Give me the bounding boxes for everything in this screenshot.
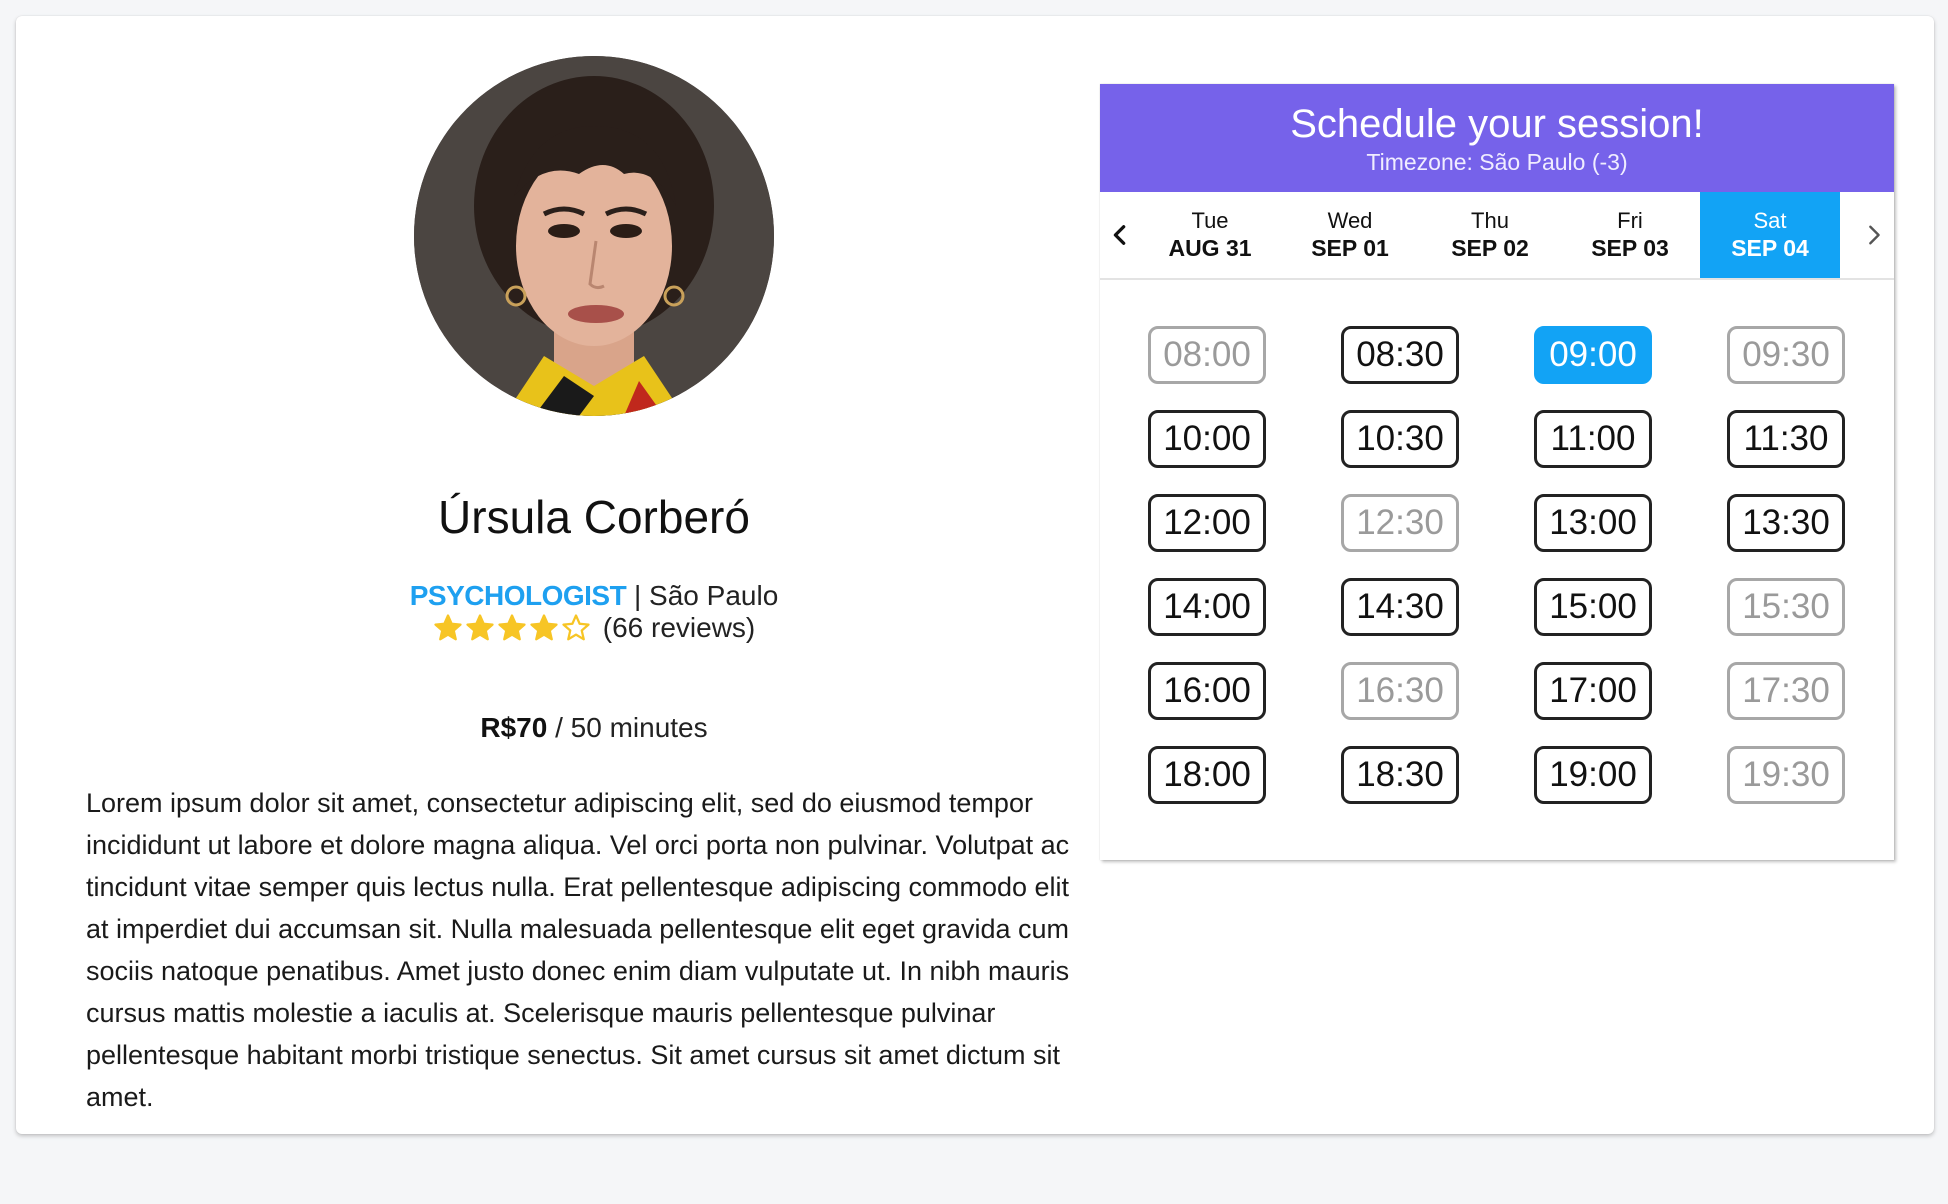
session-duration: / 50 minutes [555,712,708,743]
day-date: SEP 04 [1731,235,1809,261]
day-date: SEP 03 [1591,235,1669,261]
chevron-right-icon[interactable] [1854,192,1894,278]
day-tab[interactable]: Thu SEP 02 [1420,192,1560,278]
price: R$70 [480,712,548,743]
time-slot[interactable]: 09:00 [1534,326,1652,384]
day-of-week: Thu [1471,208,1509,233]
city-label: São Paulo [649,580,779,611]
time-slot[interactable]: 19:00 [1534,746,1652,804]
price-line: R$70 / 50 minutes [86,712,1102,744]
time-slot[interactable]: 16:00 [1148,662,1266,720]
time-slot[interactable]: 18:00 [1148,746,1266,804]
chevron-left-icon[interactable] [1100,192,1140,278]
time-slot: 08:00 [1148,326,1266,384]
time-slot[interactable]: 10:00 [1148,410,1266,468]
day-tab[interactable]: Tue AUG 31 [1140,192,1280,278]
time-slot[interactable]: 14:00 [1148,578,1266,636]
profession-label: PSYCHOLOGIST [409,580,627,611]
scheduler-panel: Schedule your session! Timezone: São Pau… [1100,84,1894,860]
profile-name: Úrsula Corberó [438,491,750,543]
day-date: SEP 01 [1311,235,1389,261]
day-selector: Tue AUG 31 Wed SEP 01 Thu SEP 02 Fri SEP 03 Sat S… [1100,192,1894,280]
time-slot: 19:30 [1727,746,1845,804]
time-slot: 17:30 [1727,662,1845,720]
time-slot[interactable]: 13:30 [1727,494,1845,552]
day-of-week: Wed [1327,208,1373,233]
time-slot-grid: 08:00 08:30 09:00 09:30 10:00 10:30 11:00 11:30… [1148,326,1848,804]
time-slot: 15:30 [1727,578,1845,636]
bio-text: Lorem ipsum dolor sit amet, consectetur … [86,788,1070,1112]
star-filled-icon [433,613,463,643]
day-tab[interactable]: Fri SEP 03 [1560,192,1700,278]
time-slot[interactable]: 08:30 [1341,326,1459,384]
time-slot: 09:30 [1727,326,1845,384]
time-slot[interactable]: 18:30 [1341,746,1459,804]
profession-line: PSYCHOLOGIST | São Paulo [86,580,1102,612]
scheduler-header: Schedule your session! Timezone: São Pau… [1100,84,1894,192]
star-filled-icon [529,613,559,643]
time-slot[interactable]: 17:00 [1534,662,1652,720]
day-tabs: Tue AUG 31 Wed SEP 01 Thu SEP 02 Fri SEP 03 Sat S… [1140,192,1854,278]
star-rating [433,613,591,643]
star-filled-icon [497,613,527,643]
profile-card: Úrsula Corberó PSYCHOLOGIST | São Paulo … [16,16,1934,1134]
time-slot[interactable]: 10:30 [1341,410,1459,468]
time-slot: 16:30 [1341,662,1459,720]
day-tab[interactable]: Sat SEP 04 [1700,192,1840,278]
reviews-count: (66 reviews) [602,612,756,643]
day-date: SEP 02 [1451,235,1529,261]
time-slot[interactable]: 12:00 [1148,494,1266,552]
day-date: AUG 31 [1168,235,1252,261]
day-of-week: Fri [1617,208,1643,233]
rating-line: (66 reviews) [86,612,1102,644]
avatar [414,56,774,416]
timezone-label: Timezone: São Paulo (-3) [1366,149,1628,175]
day-tab[interactable]: Wed SEP 01 [1280,192,1420,278]
time-slot[interactable]: 15:00 [1534,578,1652,636]
star-empty-icon [561,613,591,643]
separator: | [633,580,642,611]
star-filled-icon [465,613,495,643]
time-slot[interactable]: 11:30 [1727,410,1845,468]
day-of-week: Tue [1191,208,1229,233]
time-slot: 12:30 [1341,494,1459,552]
time-slot[interactable]: 13:00 [1534,494,1652,552]
scheduler-title: Schedule your session! [1290,102,1704,146]
time-slot[interactable]: 11:00 [1534,410,1652,468]
avatar-portrait [414,56,774,416]
time-slot[interactable]: 14:30 [1341,578,1459,636]
day-of-week: Sat [1753,208,1787,233]
